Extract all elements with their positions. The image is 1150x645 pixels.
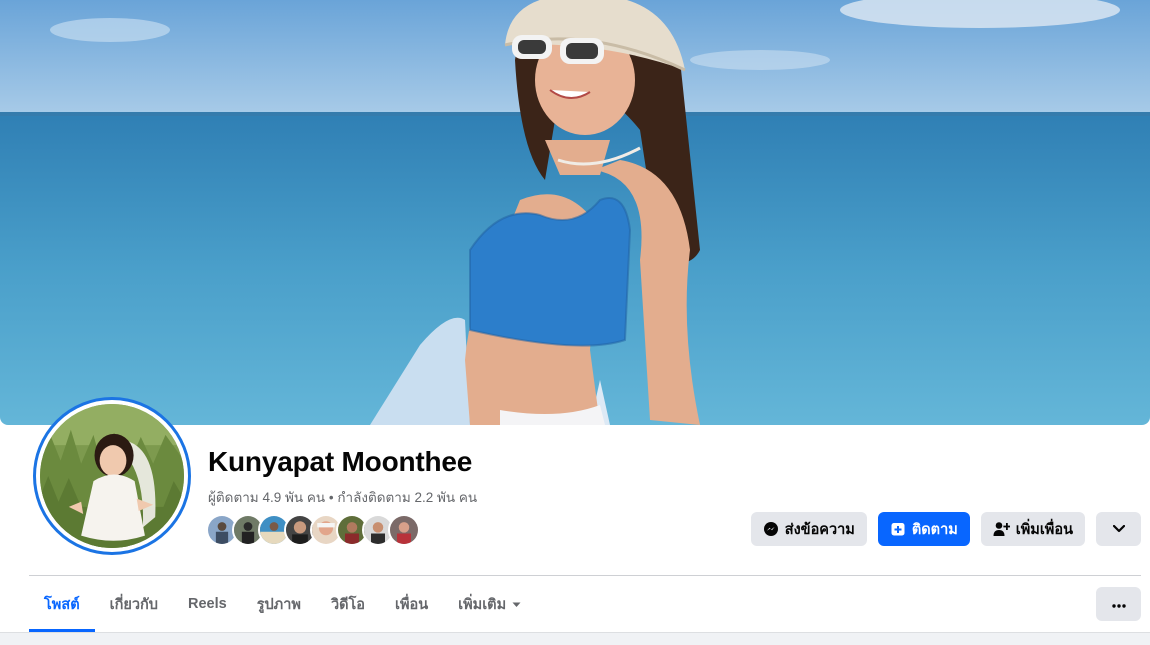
- tab-photos[interactable]: รูปภาพ: [242, 576, 316, 632]
- tab-about[interactable]: เกี่ยวกับ: [95, 576, 173, 632]
- cover-photo-image: [0, 0, 1150, 425]
- add-friend-button[interactable]: เพิ่มเพื่อน: [980, 512, 1085, 546]
- follower-stats[interactable]: ผู้ติดตาม 4.9 พัน คน • กำลังติดตาม 2.2 พ…: [208, 486, 477, 508]
- page-background-strip: [0, 632, 1150, 645]
- profile-avatar-image: [40, 404, 184, 548]
- chevron-down-icon: [1112, 525, 1125, 533]
- tab-friends[interactable]: เพื่อน: [380, 576, 443, 632]
- friend-avatar[interactable]: [388, 514, 420, 546]
- profile-dropdown-button[interactable]: [1096, 512, 1141, 546]
- profile-actions: ส่งข้อความ ติดตาม เพิ่มเพื่อน: [750, 512, 1141, 546]
- add-friend-button-label: เพิ่มเพื่อน: [1015, 521, 1073, 538]
- caret-down-icon: [512, 596, 521, 612]
- tab-reels-label: Reels: [187, 596, 227, 612]
- messenger-icon: [763, 521, 779, 537]
- add-friend-icon: [993, 521, 1010, 537]
- cover-photo[interactable]: [0, 0, 1150, 425]
- tab-videos[interactable]: วิดีโอ: [316, 576, 380, 632]
- tab-about-label: เกี่ยวกับ: [109, 596, 158, 613]
- follow-button[interactable]: ติดตาม: [877, 512, 970, 546]
- more-options-button[interactable]: [1096, 587, 1141, 621]
- mutual-friends-avatars: [206, 514, 420, 546]
- more-options-icon: [1111, 595, 1126, 613]
- tab-more[interactable]: เพิ่มเติม: [443, 576, 536, 632]
- profile-avatar[interactable]: [33, 397, 191, 555]
- follow-button-label: ติดตาม: [911, 521, 958, 538]
- tab-posts-label: โพสต์: [44, 596, 80, 613]
- message-button[interactable]: ส่งข้อความ: [750, 512, 867, 546]
- profile-tabs: โพสต์ เกี่ยวกับ Reels รูปภาพ วิดีโอ เพื่…: [29, 576, 536, 632]
- tab-reels[interactable]: Reels: [173, 576, 242, 632]
- tab-videos-label: วิดีโอ: [330, 596, 366, 613]
- tab-posts[interactable]: โพสต์: [29, 576, 95, 632]
- profile-name: Kunyapat Moonthee: [208, 446, 473, 477]
- tab-friends-label: เพื่อน: [395, 596, 429, 613]
- follow-icon: [890, 521, 906, 537]
- tab-more-label: เพิ่มเติม: [458, 596, 507, 613]
- message-button-label: ส่งข้อความ: [784, 521, 855, 538]
- tab-photos-label: รูปภาพ: [256, 596, 301, 613]
